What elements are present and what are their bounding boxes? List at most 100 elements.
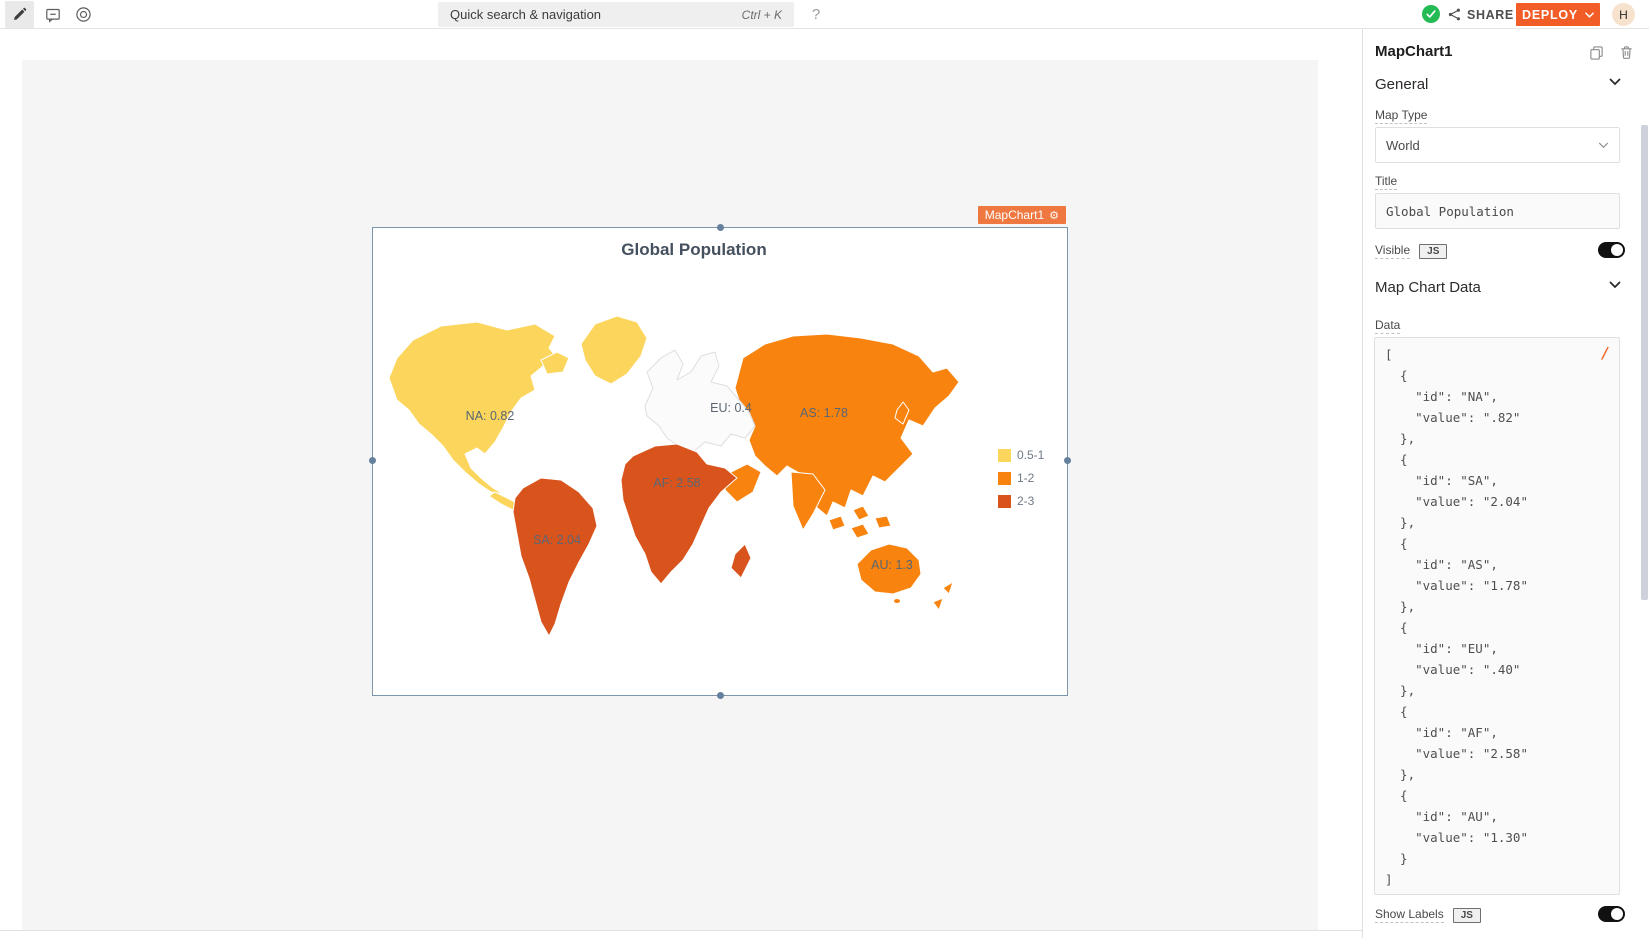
delete-widget-button[interactable] <box>1619 45 1634 60</box>
chevron-down-icon <box>1585 12 1594 18</box>
code-line: { <box>1385 449 1609 470</box>
deploy-label: DEPLOY <box>1522 8 1578 22</box>
share-icon <box>1448 8 1461 21</box>
map-label-af: AF: 2.58 <box>653 476 700 490</box>
code-line: }, <box>1385 596 1609 617</box>
share-label: SHARE <box>1467 8 1514 22</box>
code-line: "value": "1.78" <box>1385 575 1609 596</box>
title-label: Title <box>1375 174 1397 190</box>
legend-label: 1-2 <box>1017 471 1034 485</box>
show-labels-label: Show Labels <box>1375 907 1444 923</box>
code-line: { <box>1385 785 1609 806</box>
js-toggle-show-labels[interactable]: JS <box>1453 908 1481 923</box>
quick-search-input[interactable]: Quick search & navigation Ctrl + K <box>438 2 794 27</box>
code-line: }, <box>1385 764 1609 785</box>
help-button[interactable]: ? <box>804 2 828 26</box>
code-line: "id": "SA", <box>1385 470 1609 491</box>
title-input[interactable] <box>1375 193 1620 229</box>
code-line: }, <box>1385 512 1609 533</box>
legend-swatch-orange <box>998 472 1011 485</box>
map-region-asia[interactable] <box>735 334 959 516</box>
edit-mode-button[interactable] <box>5 1 34 28</box>
data-label: Data <box>1375 318 1400 334</box>
code-line: "id": "AS", <box>1385 554 1609 575</box>
top-bar: Quick search & navigation Ctrl + K ? SHA… <box>0 0 1649 29</box>
legend-item: 2-3 <box>998 494 1044 508</box>
avatar-initial: H <box>1619 8 1628 22</box>
resize-handle-right[interactable] <box>1064 457 1071 464</box>
concentric-circles-icon <box>75 6 92 23</box>
code-line: "value": "2.04" <box>1385 491 1609 512</box>
visible-switch[interactable] <box>1598 242 1625 258</box>
data-code-editor[interactable]: [ { "id": "NA", "value": ".82" }, { "id"… <box>1374 337 1620 895</box>
code-line: }, <box>1385 428 1609 449</box>
gear-icon[interactable]: ⚙ <box>1049 209 1059 222</box>
properties-panel: MapChart1 General Map Type World Title V… <box>1362 29 1649 938</box>
copy-widget-button[interactable] <box>1589 45 1604 60</box>
map-region-greenland[interactable] <box>581 316 647 384</box>
legend-swatch-dark-orange <box>998 495 1011 508</box>
resize-handle-top[interactable] <box>717 224 724 231</box>
code-line: "id": "NA", <box>1385 386 1609 407</box>
code-line: }, <box>1385 680 1609 701</box>
code-line: "value": "1.30" <box>1385 827 1609 848</box>
map-region-tasmania[interactable] <box>894 599 901 604</box>
code-line: { <box>1385 533 1609 554</box>
code-line: { <box>1385 617 1609 638</box>
search-placeholder: Quick search & navigation <box>450 7 742 22</box>
comments-button[interactable] <box>40 1 66 28</box>
show-labels-switch[interactable] <box>1598 906 1625 922</box>
saved-status-icon <box>1422 5 1440 23</box>
map-region-se-asia-islands[interactable] <box>829 506 891 538</box>
panel-scrollbar[interactable] <box>1641 125 1648 600</box>
widget-name-tag[interactable]: MapChart1 ⚙ <box>978 206 1066 224</box>
chevron-down-icon[interactable] <box>1609 78 1621 86</box>
map-label-as: AS: 1.78 <box>800 406 848 420</box>
widget-name-heading: MapChart1 <box>1375 43 1453 60</box>
map-region-africa[interactable] <box>621 444 737 584</box>
resize-handle-bottom[interactable] <box>717 692 724 699</box>
map-label-eu: EU: 0.4 <box>710 401 752 415</box>
switch-knob <box>1611 244 1623 256</box>
code-line: ] <box>1385 869 1609 890</box>
widget-tag-label: MapChart1 <box>985 208 1044 222</box>
chevron-down-icon <box>1598 142 1609 149</box>
legend-item: 0.5-1 <box>998 448 1044 462</box>
resize-handle-left[interactable] <box>369 457 376 464</box>
chart-title: Global Population <box>373 240 1015 260</box>
comment-icon <box>45 7 61 23</box>
visible-property-row: Visible JS <box>1375 241 1620 261</box>
preview-mode-button[interactable] <box>70 1 96 28</box>
trash-icon <box>1619 45 1634 60</box>
world-map: NA: 0.82 EU: 0.4 AS: 1.78 AF: 2.58 SA: 2… <box>383 314 983 649</box>
code-line: "id": "EU", <box>1385 638 1609 659</box>
mapchart-widget[interactable]: MapChart1 ⚙ Global Population <box>372 227 1068 696</box>
code-line: } <box>1385 848 1609 869</box>
visible-label: Visible <box>1375 243 1410 259</box>
switch-knob <box>1611 908 1623 920</box>
user-avatar[interactable]: H <box>1612 3 1635 26</box>
map-region-south-america[interactable] <box>513 478 597 636</box>
section-general[interactable]: General <box>1375 76 1428 93</box>
map-label-na: NA: 0.82 <box>466 409 515 423</box>
chevron-down-icon[interactable] <box>1609 281 1621 289</box>
code-line: "id": "AU", <box>1385 806 1609 827</box>
code-line: { <box>1385 365 1609 386</box>
js-toggle-visible[interactable]: JS <box>1419 244 1447 259</box>
map-region-north-america[interactable] <box>389 322 557 494</box>
legend-label: 2-3 <box>1017 494 1034 508</box>
legend: 0.5-1 1-2 2-3 <box>998 448 1044 508</box>
map-type-select[interactable]: World <box>1375 127 1620 163</box>
copy-icon <box>1589 45 1604 60</box>
legend-item: 1-2 <box>998 471 1044 485</box>
map-region-madagascar[interactable] <box>731 544 751 578</box>
edit-data-icon[interactable]: / <box>1601 344 1610 362</box>
code-line: "value": ".40" <box>1385 659 1609 680</box>
question-mark-icon: ? <box>812 6 820 23</box>
section-map-chart-data[interactable]: Map Chart Data <box>1375 279 1481 296</box>
deploy-button[interactable]: DEPLOY <box>1516 3 1600 26</box>
share-button[interactable]: SHARE <box>1448 1 1514 28</box>
legend-label: 0.5-1 <box>1017 448 1044 462</box>
legend-swatch-yellow <box>998 449 1011 462</box>
map-region-new-zealand[interactable] <box>933 582 953 610</box>
